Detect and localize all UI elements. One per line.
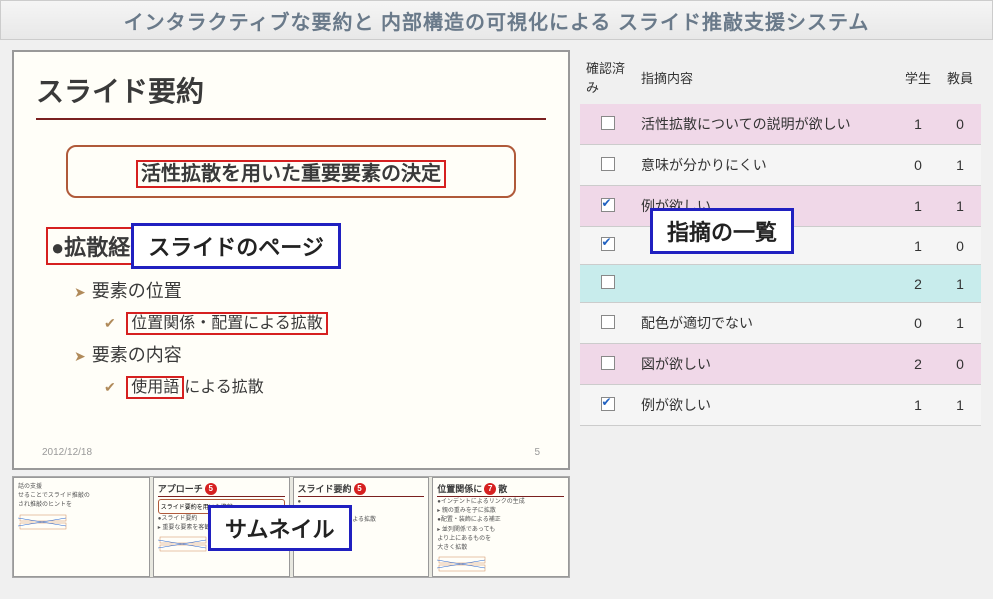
thumb-line: ▸ 親の重みを子に拡散 bbox=[437, 508, 564, 515]
table-row[interactable]: 21 bbox=[580, 265, 981, 303]
thumb-badge: 5 bbox=[205, 483, 217, 495]
bullet-l3-b: 使用語による拡散 bbox=[104, 373, 546, 397]
student-count: 0 bbox=[897, 145, 939, 186]
thumb-diagram bbox=[158, 535, 208, 559]
thumb-line: ●配置・装飾による補正 bbox=[437, 517, 564, 524]
thumb-line: 話の支援 bbox=[18, 484, 145, 491]
thumb-line: ●インデントによるリンクの生成 bbox=[437, 499, 564, 506]
confirm-checkbox[interactable] bbox=[601, 397, 615, 411]
col-teacher: 教員 bbox=[939, 50, 981, 104]
thumb-line: 大きく拡散 bbox=[437, 545, 564, 552]
confirm-checkbox[interactable] bbox=[601, 157, 615, 171]
thumbnail-strip[interactable]: 話の支援せることでスライド推敲のされ推敲のヒントをアプローチ5スライド要約を用い… bbox=[12, 476, 570, 578]
slide-bullets: ●拡散経 スライドのページ 要素の位置 位置関係・配置による拡散 要素の内容 使… bbox=[46, 223, 546, 397]
slide-page-number: 5 bbox=[534, 447, 540, 458]
confirm-checkbox[interactable] bbox=[601, 275, 615, 289]
confirm-checkbox[interactable] bbox=[601, 315, 615, 329]
slide-callout-box: 活性拡散を用いた重要要素の決定 bbox=[66, 145, 516, 198]
student-count: 2 bbox=[897, 265, 939, 303]
student-count: 1 bbox=[897, 186, 939, 227]
thumb-badge: 7 bbox=[484, 483, 496, 495]
teacher-count: 1 bbox=[939, 385, 981, 426]
bullet-l3-b-rest: による拡散 bbox=[184, 379, 264, 396]
teacher-count: 1 bbox=[939, 303, 981, 344]
student-count: 1 bbox=[897, 385, 939, 426]
student-count: 0 bbox=[897, 303, 939, 344]
thumb-line: せることでスライド推敲の bbox=[18, 493, 145, 500]
teacher-count: 1 bbox=[939, 186, 981, 227]
indication-content: 活性拡散についての説明が欲しい bbox=[635, 104, 897, 145]
table-row[interactable]: 活性拡散についての説明が欲しい10 bbox=[580, 104, 981, 145]
overlay-indication-list: 指摘の一覧 bbox=[650, 208, 794, 254]
app-title: インタラクティブな要約と 内部構造の可視化による スライド推敲支援システム bbox=[124, 6, 870, 35]
overlay-thumbnail: サムネイル bbox=[208, 505, 352, 551]
thumb-badge: 5 bbox=[354, 483, 366, 495]
col-content: 指摘内容 bbox=[635, 50, 897, 104]
thumb-title: アプローチ5 bbox=[158, 482, 285, 497]
thumb-diagram bbox=[18, 513, 68, 537]
thumb-line: より上にあるものを bbox=[437, 536, 564, 543]
col-confirmed: 確認済み bbox=[580, 50, 635, 104]
table-row[interactable]: 意味が分かりにくい01 bbox=[580, 145, 981, 186]
slide-date: 2012/12/18 bbox=[42, 447, 92, 458]
thumbnail-item[interactable]: 話の支援せることでスライド推敲のされ推敲のヒントを bbox=[13, 477, 150, 577]
overlay-slide-page: スライドのページ bbox=[131, 223, 341, 269]
indication-content: 配色が適切でない bbox=[635, 303, 897, 344]
bullet-l1: ●拡散経 スライドのページ bbox=[46, 223, 546, 269]
main-area: スライド要約 活性拡散を用いた重要要素の決定 ●拡散経 スライドのページ 要素の… bbox=[0, 40, 993, 599]
title-bar: インタラクティブな要約と 内部構造の可視化による スライド推敲支援システム bbox=[0, 0, 993, 40]
thumbnail-item[interactable]: 位置関係に7散 ●インデントによるリンクの生成 ▸ 親の重みを子に拡散 ●配置・装飾に… bbox=[432, 477, 569, 577]
bullet-l1-text: ●拡散経 bbox=[46, 227, 133, 265]
thumb-title: スライド要約5 bbox=[298, 482, 425, 497]
confirm-checkbox[interactable] bbox=[601, 237, 615, 251]
bullet-l2-b: 要素の内容 bbox=[74, 341, 546, 367]
student-count: 1 bbox=[897, 227, 939, 265]
slide-callout-text: 活性拡散を用いた重要要素の決定 bbox=[136, 160, 446, 188]
table-row[interactable]: 図が欲しい20 bbox=[580, 344, 981, 385]
teacher-count: 0 bbox=[939, 227, 981, 265]
student-count: 1 bbox=[897, 104, 939, 145]
thumb-diagram bbox=[437, 555, 487, 577]
bullet-l3-a-text: 位置関係・配置による拡散 bbox=[126, 312, 328, 335]
bullet-l2-a: 要素の位置 bbox=[74, 277, 546, 303]
thumb-title: 位置関係に7散 bbox=[437, 482, 564, 497]
teacher-count: 1 bbox=[939, 265, 981, 303]
indication-content bbox=[635, 265, 897, 303]
student-count: 2 bbox=[897, 344, 939, 385]
confirm-checkbox[interactable] bbox=[601, 356, 615, 370]
teacher-count: 0 bbox=[939, 104, 981, 145]
right-column: 確認済み 指摘内容 学生 教員 活性拡散についての説明が欲しい10意味が分かりに… bbox=[575, 40, 993, 599]
left-column: スライド要約 活性拡散を用いた重要要素の決定 ●拡散経 スライドのページ 要素の… bbox=[0, 40, 575, 599]
indication-content: 例が欲しい bbox=[635, 385, 897, 426]
confirm-checkbox[interactable] bbox=[601, 116, 615, 130]
teacher-count: 0 bbox=[939, 344, 981, 385]
col-student: 学生 bbox=[897, 50, 939, 104]
slide-title: スライド要約 bbox=[36, 70, 546, 120]
bullet-l3-b-hl: 使用語 bbox=[126, 376, 184, 399]
teacher-count: 1 bbox=[939, 145, 981, 186]
slide-footer: 2012/12/18 5 bbox=[42, 447, 540, 458]
confirm-checkbox[interactable] bbox=[601, 198, 615, 212]
indication-content: 意味が分かりにくい bbox=[635, 145, 897, 186]
table-row[interactable]: 例が欲しい11 bbox=[580, 385, 981, 426]
thumb-line: され推敲のヒントを bbox=[18, 502, 145, 509]
slide-preview[interactable]: スライド要約 活性拡散を用いた重要要素の決定 ●拡散経 スライドのページ 要素の… bbox=[12, 50, 570, 470]
thumb-line: ▸ 並列関係であっても bbox=[437, 527, 564, 534]
bullet-l3-a: 位置関係・配置による拡散 bbox=[104, 309, 546, 333]
table-row[interactable]: 配色が適切でない01 bbox=[580, 303, 981, 344]
indication-content: 図が欲しい bbox=[635, 344, 897, 385]
